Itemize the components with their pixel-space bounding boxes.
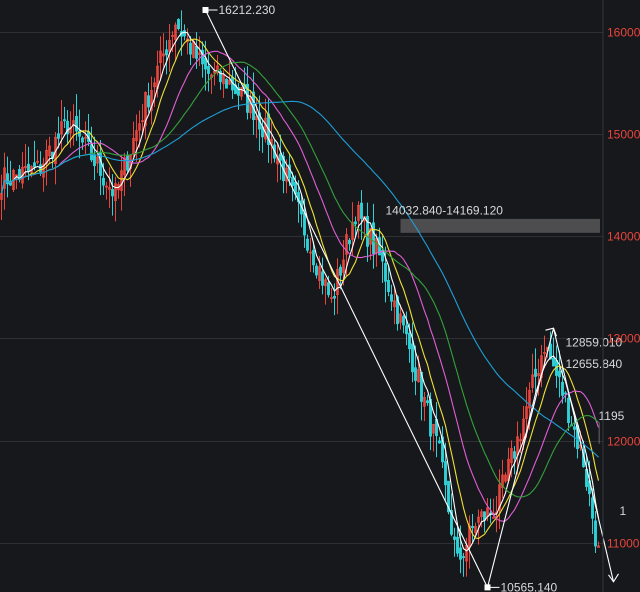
- candle-body: [384, 263, 387, 282]
- candle-body: [408, 332, 411, 350]
- candle-body: [279, 153, 282, 161]
- annotation-label: 10565.140: [501, 580, 558, 592]
- y-tick-label: 13000: [607, 332, 640, 346]
- candle-body: [552, 358, 555, 367]
- candle-body: [27, 163, 30, 172]
- candle-body: [321, 271, 324, 286]
- y-tick-label: 12000: [607, 435, 640, 449]
- y-tick-label: 15000: [607, 128, 640, 142]
- candle-body: [411, 343, 414, 373]
- candle-body: [354, 221, 357, 225]
- y-tick-label: 14000: [607, 230, 640, 244]
- candle-body: [462, 556, 465, 558]
- candle-body: [444, 461, 447, 486]
- annotation-marker: [202, 6, 209, 13]
- candle-body: [111, 189, 114, 197]
- candle-body: [327, 282, 330, 296]
- candle-body: [165, 49, 168, 56]
- candle-body: [177, 19, 180, 30]
- candle-body: [195, 45, 198, 59]
- candle-body: [405, 325, 408, 335]
- candle-body: [147, 95, 150, 108]
- candle-body: [471, 526, 474, 529]
- candle-body: [339, 266, 342, 276]
- candle-body: [390, 294, 393, 302]
- candle-body: [183, 30, 186, 37]
- candle-body: [39, 164, 42, 173]
- candle-body: [513, 451, 516, 459]
- candle-body: [561, 381, 564, 396]
- y-tick-label: 11000: [607, 537, 640, 551]
- candle-body: [75, 116, 78, 132]
- candle-body: [558, 370, 561, 378]
- candle-body: [402, 316, 405, 326]
- candle-body: [126, 154, 129, 171]
- candle-body: [102, 177, 105, 186]
- candle-body: [348, 239, 351, 245]
- candle-body: [207, 66, 210, 74]
- candle-body: [33, 162, 36, 168]
- candle-body: [63, 119, 66, 122]
- candle-body: [414, 367, 417, 381]
- candle-body: [456, 536, 459, 554]
- candle-body: [564, 392, 567, 395]
- candle-body: [333, 295, 336, 299]
- candle-body: [567, 397, 570, 424]
- candle-body: [291, 177, 294, 186]
- candle-body: [312, 249, 315, 266]
- candle-body: [453, 536, 456, 540]
- candle-body: [81, 137, 84, 143]
- candle-body: [93, 154, 96, 167]
- price-zone: [400, 218, 600, 233]
- annotation-marker: [484, 584, 491, 591]
- price-zone: [598, 422, 600, 444]
- annotation-label: 16212.230: [219, 3, 276, 17]
- candle-body: [306, 238, 309, 251]
- candle-body: [426, 400, 429, 404]
- candle-body: [387, 279, 390, 293]
- candlesticks: [0, 10, 600, 577]
- annotation-label: 12655.840: [566, 357, 623, 371]
- candle-body: [459, 547, 462, 560]
- candle-body: [189, 42, 192, 55]
- candle-body: [594, 520, 597, 547]
- candle-body: [57, 133, 60, 139]
- candle-body: [372, 222, 375, 254]
- candle-body: [315, 265, 318, 276]
- candle-body: [225, 78, 228, 89]
- candle-body: [438, 440, 441, 444]
- candle-body: [303, 212, 306, 236]
- candle-body: [573, 426, 576, 430]
- candle-body: [90, 144, 93, 161]
- annotation-label: 1195: [599, 409, 625, 423]
- y-tick-label: 16000: [607, 26, 640, 40]
- candle-body: [534, 368, 537, 377]
- candle-body: [360, 202, 363, 219]
- ma-line-60: [0, 100, 599, 458]
- candle-body: [591, 497, 594, 519]
- stock-chart[interactable]: 16212.23010565.14012859.01012655.8401403…: [0, 0, 640, 592]
- annotation-label: 14032.840-14169.120: [386, 204, 504, 218]
- price-axis: 16000 15000 14000 13000 12000 11000: [602, 0, 640, 592]
- price-annotations: 16212.23010565.14012859.01012655.8401403…: [202, 3, 627, 592]
- annotation-label: 1: [620, 504, 627, 518]
